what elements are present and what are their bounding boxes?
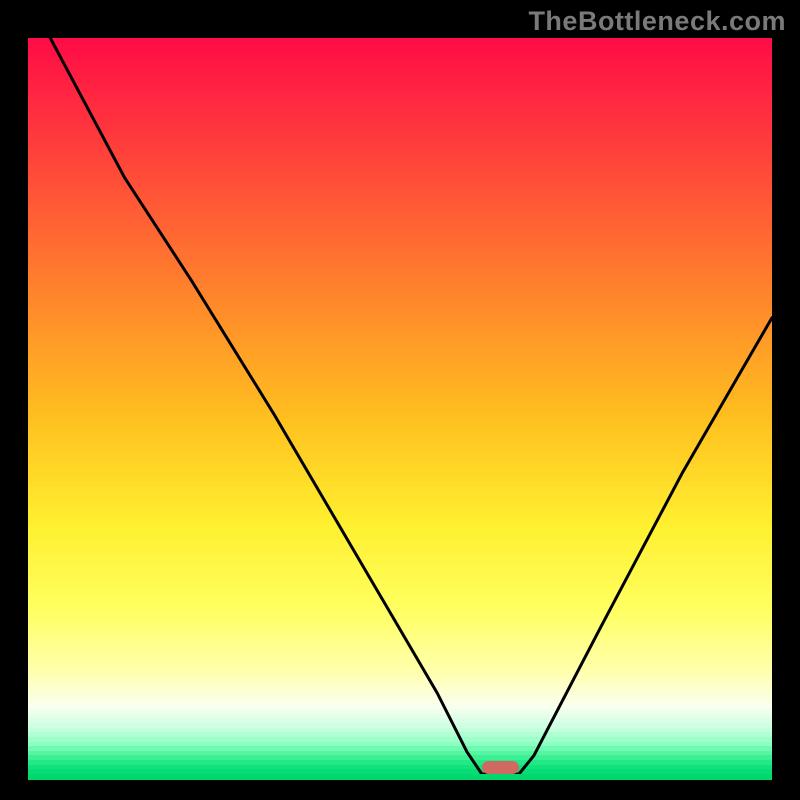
chart-frame: TheBottleneck.com: [0, 0, 800, 800]
optimal-marker: [482, 761, 519, 774]
plot-area: [28, 38, 772, 774]
watermark-text: TheBottleneck.com: [528, 6, 786, 37]
bottleneck-curve: [28, 38, 772, 774]
